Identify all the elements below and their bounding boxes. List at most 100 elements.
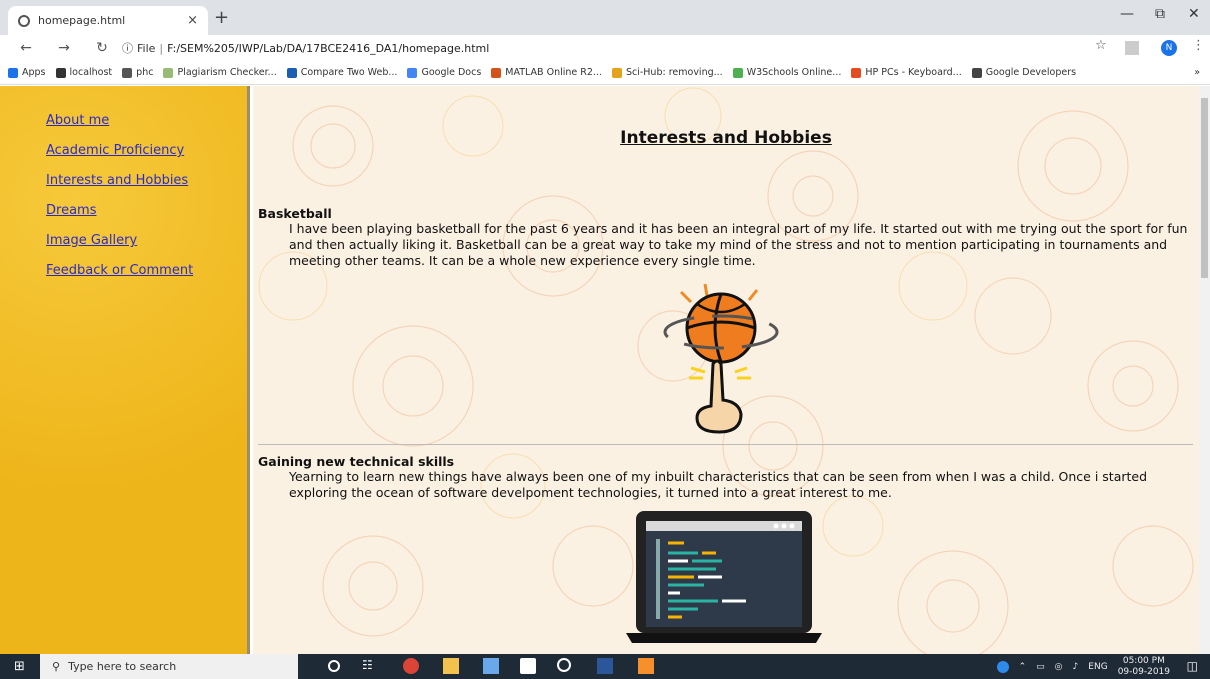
- menu-kebab-icon[interactable]: ⋮: [1192, 38, 1205, 53]
- battery-icon[interactable]: ▭: [1036, 662, 1045, 672]
- bookmark-label: Google Docs: [421, 67, 482, 78]
- main-content: Interests and Hobbies Basketball I have …: [253, 86, 1199, 654]
- clock-date: 09-09-2019: [1117, 667, 1170, 677]
- info-icon[interactable]: ⓘ: [122, 40, 133, 56]
- volume-icon[interactable]: ♪: [1073, 662, 1079, 672]
- search-icon: ⚲: [52, 660, 61, 673]
- bookmark-item[interactable]: MATLAB Online R2...: [491, 67, 602, 78]
- bookmark-label: localhost: [69, 67, 113, 78]
- section-heading: Gaining new technical skills: [258, 454, 455, 469]
- bookmark-item[interactable]: W3Schools Online...: [732, 67, 842, 78]
- page-viewport: About me Academic Proficiency Interests …: [0, 86, 1210, 654]
- extension-icon[interactable]: [1125, 41, 1139, 55]
- bookmark-item[interactable]: Plagiarism Checker...: [163, 67, 277, 78]
- bookmark-item[interactable]: Sci-Hub: removing...: [611, 67, 723, 78]
- toolbar: ← → ↻ ⓘ File | F:/SEM%205/IWP/Lab/DA/17B…: [0, 35, 1210, 61]
- fork-knife-icon: [55, 67, 66, 78]
- sidebar-item-academic-proficiency[interactable]: Academic Proficiency: [46, 136, 247, 166]
- basketball-spinning-image: [663, 283, 779, 434]
- sidebar-item-interests-and-hobbies[interactable]: Interests and Hobbies: [46, 166, 247, 196]
- chrome-icon[interactable]: [403, 658, 419, 674]
- section-text: I have been playing basketball for the p…: [289, 221, 1188, 268]
- page-title: Interests and Hobbies: [620, 128, 832, 148]
- sidebar-item-image-gallery[interactable]: Image Gallery: [46, 226, 247, 256]
- sidebar-item-about-me[interactable]: About me: [46, 106, 247, 136]
- media-icon[interactable]: [557, 658, 571, 672]
- taskbar-search-input[interactable]: ⚲ Type here to search: [40, 654, 298, 679]
- address-bar[interactable]: ⓘ File | F:/SEM%205/IWP/Lab/DA/17BCE2416…: [122, 40, 489, 56]
- hp-icon: [851, 67, 862, 78]
- bookmark-label: W3Schools Online...: [746, 67, 842, 78]
- notification-icon[interactable]: ◫: [1187, 659, 1198, 673]
- word-icon[interactable]: [597, 658, 613, 674]
- sst-icon: [163, 67, 174, 78]
- bookmarks-bar: Apps localhost phc Plagiarism Checker... Com…: [0, 61, 1210, 85]
- task-view-icon[interactable]: ☷: [362, 658, 378, 674]
- bookmark-item[interactable]: localhost: [55, 67, 113, 78]
- mail-icon[interactable]: [520, 658, 536, 674]
- bookmark-item[interactable]: Google Docs: [407, 67, 481, 78]
- cortana-icon[interactable]: [328, 660, 340, 672]
- section-text: Yearning to learn new things have always…: [289, 469, 1148, 500]
- clock-time: 05:00 PM: [1122, 656, 1165, 666]
- sidebar-item-feedback[interactable]: Feedback or Comment: [46, 256, 247, 286]
- system-tray: ⌃ ▭ ◎ ♪ ENG 05:00 PM 09-09-2019: [996, 656, 1170, 678]
- language-indicator[interactable]: ENG: [1088, 662, 1107, 672]
- minimize-icon[interactable]: —: [1120, 6, 1134, 22]
- forward-arrow-icon[interactable]: →: [52, 40, 76, 56]
- apps-grid-icon: [8, 67, 18, 78]
- reload-icon[interactable]: ↻: [90, 40, 114, 56]
- docs-icon: [407, 67, 418, 78]
- help-icon[interactable]: [996, 661, 1009, 673]
- globe-icon: [18, 14, 30, 27]
- close-window-icon[interactable]: ✕: [1188, 6, 1200, 22]
- address-url[interactable]: F:/SEM%205/IWP/Lab/DA/17BCE2416_DA1/home…: [167, 42, 489, 55]
- address-separator: |: [159, 41, 164, 55]
- address-prefix: File: [137, 41, 156, 55]
- sidebar-nav: About me Academic Proficiency Interests …: [0, 106, 247, 286]
- browser-tab-strip: homepage.html × + — ⧉ ✕: [0, 0, 1210, 35]
- matlab-icon: [491, 67, 502, 78]
- laptop-code-image: [626, 511, 822, 643]
- bookmark-item[interactable]: Google Developers: [971, 67, 1077, 78]
- tab-title: homepage.html: [38, 14, 126, 27]
- sidebar: About me Academic Proficiency Interests …: [0, 86, 250, 654]
- back-arrow-icon[interactable]: ←: [14, 40, 38, 56]
- code-brackets-icon: [971, 67, 982, 78]
- bookmark-item[interactable]: Apps: [8, 67, 46, 78]
- profile-avatar[interactable]: N: [1161, 40, 1177, 56]
- restore-icon[interactable]: ⧉: [1155, 6, 1165, 22]
- app-icon[interactable]: [483, 658, 499, 674]
- close-tab-icon[interactable]: ×: [187, 13, 198, 28]
- w3-icon: [732, 67, 743, 78]
- file-explorer-icon[interactable]: [443, 658, 459, 674]
- basketball-section: Basketball I have been playing basketbal…: [258, 206, 1188, 269]
- bookmark-label: Plagiarism Checker...: [177, 67, 277, 78]
- bookmark-label: Apps: [22, 67, 46, 78]
- vertical-scrollbar[interactable]: [1199, 86, 1210, 654]
- bookmark-item[interactable]: Compare Two Web...: [286, 67, 398, 78]
- chevron-up-icon[interactable]: ⌃: [1019, 662, 1027, 672]
- bookmark-item[interactable]: HP PCs - Keyboard...: [851, 67, 962, 78]
- windows-start-icon[interactable]: ⊞: [14, 659, 25, 674]
- scrollbar-thumb[interactable]: [1201, 98, 1208, 278]
- taskbar-search-placeholder: Type here to search: [68, 660, 177, 673]
- sidebar-item-dreams[interactable]: Dreams: [46, 196, 247, 226]
- bookmark-label: Sci-Hub: removing...: [625, 67, 723, 78]
- globe-icon: [122, 67, 133, 78]
- bookmark-label: HP PCs - Keyboard...: [865, 67, 962, 78]
- bookmark-item[interactable]: phc: [122, 67, 153, 78]
- scihub-icon: [611, 67, 622, 78]
- browser-tab[interactable]: homepage.html ×: [8, 6, 208, 35]
- star-icon[interactable]: ☆: [1095, 38, 1107, 53]
- sublime-icon[interactable]: [638, 658, 654, 674]
- new-tab-button[interactable]: +: [214, 7, 229, 28]
- c-letter-icon: [286, 67, 297, 78]
- network-icon[interactable]: ◎: [1055, 662, 1063, 672]
- bookmark-label: phc: [136, 67, 154, 78]
- clock[interactable]: 05:00 PM 09-09-2019: [1118, 656, 1170, 678]
- section-heading: Basketball: [258, 206, 332, 221]
- bookmark-label: Google Developers: [985, 67, 1077, 78]
- bookmark-label: Compare Two Web...: [300, 67, 398, 78]
- bookmarks-overflow-icon[interactable]: »: [1194, 67, 1200, 78]
